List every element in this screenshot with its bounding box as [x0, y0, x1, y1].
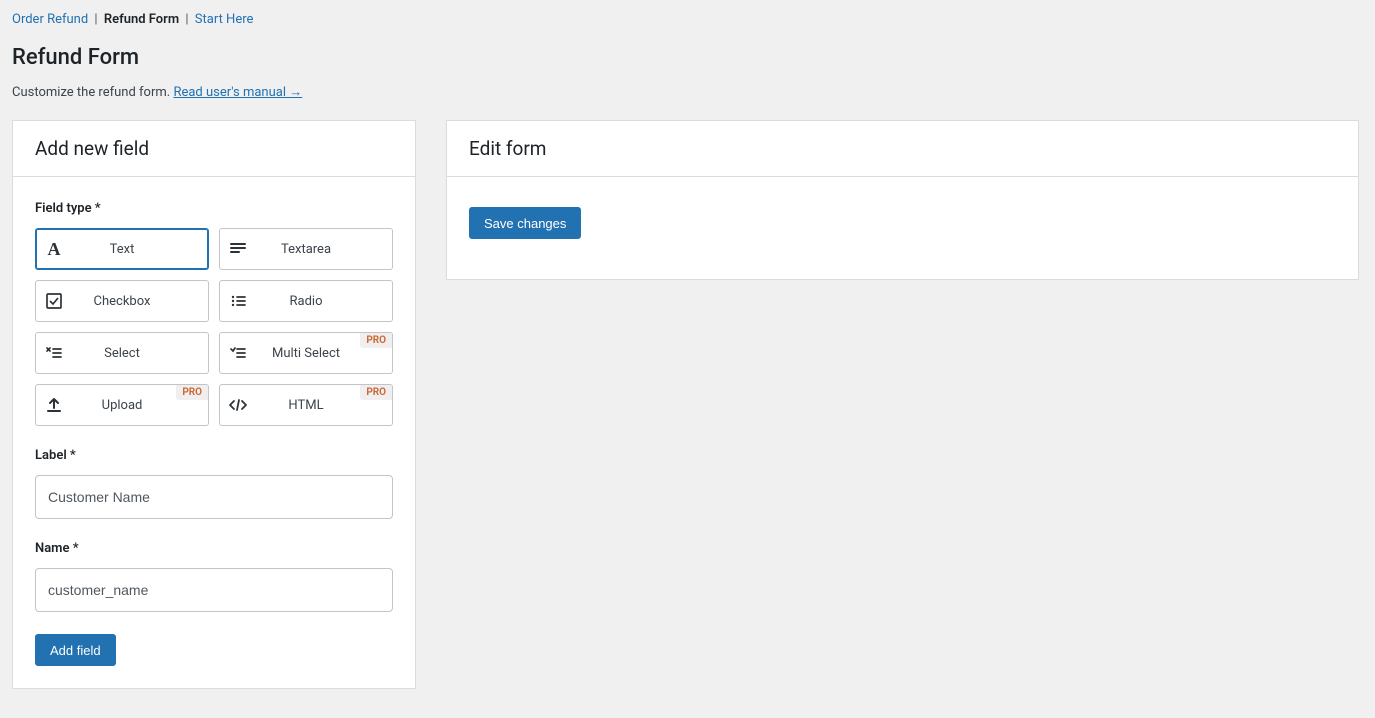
breadcrumb-separator: | — [94, 12, 97, 27]
add-field-heading: Add new field — [35, 137, 393, 160]
field-type-tile-label: Select — [72, 346, 208, 361]
edit-form-heading: Edit form — [469, 137, 1336, 160]
pro-badge: PRO — [360, 385, 392, 400]
field-type-tile-upload[interactable]: UploadPRO — [35, 384, 209, 426]
field-type-tile-radio[interactable]: Radio — [219, 280, 393, 322]
field-type-tile-checkbox[interactable]: Checkbox — [35, 280, 209, 322]
field-type-tile-label: Textarea — [256, 242, 392, 257]
radio-icon — [229, 292, 247, 310]
select-icon — [45, 344, 63, 362]
pro-badge: PRO — [360, 333, 392, 348]
field-type-tile-textarea[interactable]: Textarea — [219, 228, 393, 270]
field-type-tile-text[interactable]: A Text — [35, 228, 209, 270]
save-changes-button[interactable]: Save changes — [469, 207, 581, 239]
multiselect-icon — [229, 344, 247, 362]
read-manual-link[interactable]: Read user's manual → — [173, 85, 302, 100]
name-field-label: Name * — [35, 541, 393, 556]
add-field-button[interactable]: Add field — [35, 634, 116, 666]
checkbox-icon — [45, 292, 63, 310]
field-type-tile-label: Text — [72, 242, 208, 257]
page-subtitle-row: Customize the refund form. Read user's m… — [12, 84, 1359, 100]
field-type-tile-label: Radio — [256, 294, 392, 309]
textarea-icon — [229, 240, 247, 258]
field-type-label: Field type * — [35, 201, 393, 216]
field-type-tile-multiselect[interactable]: Multi SelectPRO — [219, 332, 393, 374]
field-type-tile-label: Checkbox — [72, 294, 208, 309]
text-icon: A — [48, 239, 61, 260]
field-type-tile-html[interactable]: HTMLPRO — [219, 384, 393, 426]
edit-form-panel: Edit form Save changes — [446, 120, 1359, 280]
field-type-tile-select[interactable]: Select — [35, 332, 209, 374]
breadcrumb: Order Refund | Refund Form | Start Here — [12, 8, 1359, 31]
label-input[interactable] — [35, 475, 393, 519]
name-input[interactable] — [35, 568, 393, 612]
breadcrumb-item-refund-form: Refund Form — [104, 12, 179, 27]
code-icon — [228, 396, 248, 414]
upload-icon — [45, 396, 63, 414]
breadcrumb-item-start-here[interactable]: Start Here — [195, 12, 254, 27]
breadcrumb-item-order-refund[interactable]: Order Refund — [12, 12, 88, 27]
page-subtitle-text: Customize the refund form. — [12, 85, 173, 100]
field-type-grid: A Text Textarea Checkbox Radio Select Multi Se… — [35, 228, 393, 426]
label-field-label: Label * — [35, 448, 393, 463]
breadcrumb-separator: | — [185, 12, 188, 27]
page-title: Refund Form — [12, 45, 1359, 70]
pro-badge: PRO — [176, 385, 208, 400]
add-field-panel: Add new field Field type * A Text Textarea… — [12, 120, 416, 689]
